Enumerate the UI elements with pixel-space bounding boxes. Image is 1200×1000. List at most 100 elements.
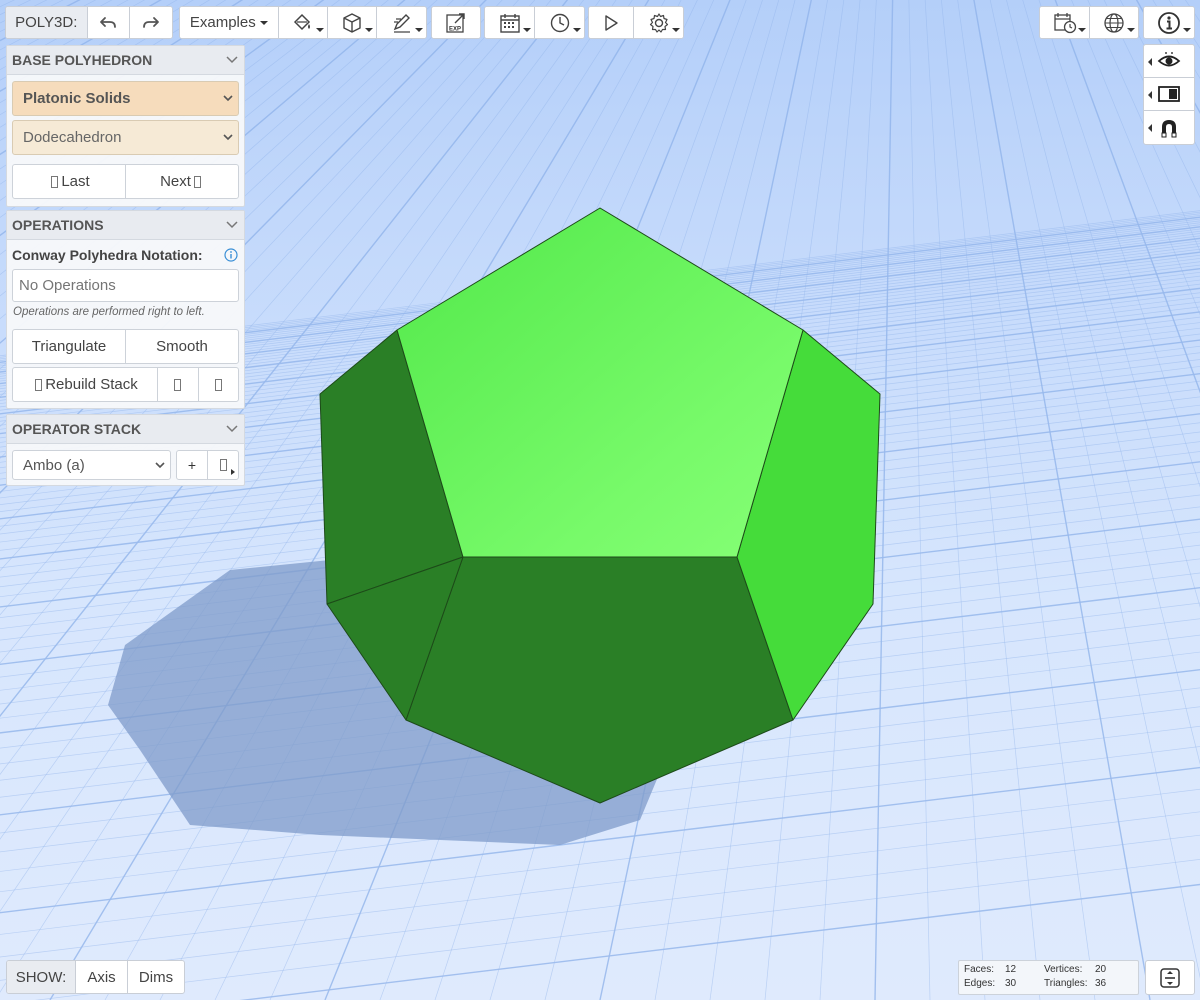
operator-stack-title: OPERATOR STACK xyxy=(12,421,142,437)
base-polyhedron-title: BASE POLYHEDRON xyxy=(12,52,153,68)
playback-group xyxy=(588,6,684,39)
axis-toggle[interactable]: Axis xyxy=(76,961,128,993)
svg-text:EXP: EXP xyxy=(449,26,461,32)
faces-label: Faces: xyxy=(964,964,995,975)
polyhedron-solid-select[interactable]: Dodecahedron xyxy=(12,120,239,155)
visibility-toggle[interactable] xyxy=(1144,45,1194,78)
paste-button[interactable] xyxy=(199,368,239,401)
scene-group xyxy=(1039,6,1139,39)
triangulate-smooth-row: Triangulate Smooth xyxy=(12,329,239,364)
edges-value: 30 xyxy=(1005,978,1017,989)
examples-label: Examples xyxy=(189,14,256,31)
snap-toggle[interactable] xyxy=(1144,111,1194,144)
operations-title: OPERATIONS xyxy=(12,217,104,233)
settings-button[interactable] xyxy=(634,7,683,38)
edges-label: Edges: xyxy=(964,978,996,989)
calendar-button[interactable] xyxy=(485,7,535,38)
face-top xyxy=(396,207,804,558)
export-button[interactable]: EXP xyxy=(432,7,480,38)
triangles-label: Triangles: xyxy=(1044,978,1088,989)
copy-icon xyxy=(174,378,182,391)
operator-stack-header[interactable]: OPERATOR STACK xyxy=(7,415,244,444)
chevron-down-icon xyxy=(226,56,238,64)
chevron-down-icon xyxy=(223,134,233,141)
smooth-button[interactable]: Smooth xyxy=(126,330,238,363)
operator-select-value: Ambo (a) xyxy=(23,456,85,474)
dodecahedron[interactable] xyxy=(319,207,881,804)
next-button[interactable]: Next xyxy=(126,165,238,198)
operations-hint: Operations are performed right to left. xyxy=(13,306,205,318)
dims-toggle[interactable]: Dims xyxy=(128,961,184,993)
edit-pen-icon xyxy=(393,13,410,33)
last-button[interactable]: Last xyxy=(13,165,126,198)
globe-icon xyxy=(1104,12,1124,33)
paste-icon xyxy=(214,378,222,391)
play-button[interactable] xyxy=(589,7,634,38)
info-circle-icon[interactable] xyxy=(224,247,238,262)
operator-stack-panel: OPERATOR STACK Ambo (a) + xyxy=(6,414,245,486)
globe-button[interactable] xyxy=(1090,7,1138,38)
panel-toggle-icon xyxy=(1158,86,1180,102)
notation-label: Conway Polyhedra Notation: xyxy=(12,246,203,263)
paint-button[interactable] xyxy=(278,7,329,38)
gear-icon xyxy=(649,12,668,33)
faces-value: 12 xyxy=(1005,964,1017,975)
vertices-value: 20 xyxy=(1095,964,1107,975)
tools-group: Examples xyxy=(179,6,427,39)
solid-button[interactable] xyxy=(328,7,378,38)
undo-button[interactable] xyxy=(87,7,131,38)
app-label: POLY3D: xyxy=(6,7,88,38)
notation-input[interactable] xyxy=(12,269,239,302)
base-polyhedron-header[interactable]: BASE POLYHEDRON xyxy=(7,46,244,75)
copy-button[interactable] xyxy=(158,368,199,401)
operator-actions: + xyxy=(176,450,239,480)
operator-menu-button[interactable] xyxy=(208,451,238,479)
fit-view-icon xyxy=(1160,967,1180,988)
prev-next-row: Last Next xyxy=(12,164,239,199)
add-operator-button[interactable]: + xyxy=(177,451,208,479)
info-button[interactable] xyxy=(1144,7,1194,38)
chevron-down-icon xyxy=(226,221,238,229)
clock-button[interactable] xyxy=(535,7,584,38)
stack-icon xyxy=(219,459,227,471)
redo-icon xyxy=(143,16,160,28)
arrow-left-icon xyxy=(51,175,59,188)
polyhedron-family-select[interactable]: Platonic Solids xyxy=(12,81,239,116)
operations-panel: OPERATIONS Conway Polyhedra Notation: Op… xyxy=(6,210,245,409)
panel-toggle[interactable] xyxy=(1144,78,1194,111)
operator-select[interactable]: Ambo (a) xyxy=(12,450,171,480)
notation-row: Conway Polyhedra Notation: xyxy=(7,241,244,268)
calendar-icon xyxy=(499,13,520,33)
info-icon xyxy=(1158,11,1180,34)
play-icon xyxy=(605,14,618,31)
chevron-down-icon xyxy=(223,95,233,102)
rebuild-stack-button[interactable]: Rebuild Stack xyxy=(13,368,158,401)
info-group xyxy=(1143,6,1195,39)
schedule-button[interactable] xyxy=(1040,7,1090,38)
edit-button[interactable] xyxy=(377,7,426,38)
triangles-value: 36 xyxy=(1095,978,1107,989)
chevron-down-icon xyxy=(226,425,238,433)
base-polyhedron-panel: BASE POLYHEDRON Platonic Solids Dodecahe… xyxy=(6,45,245,207)
arrow-right-icon xyxy=(193,175,201,188)
eye-icon xyxy=(1157,52,1181,67)
triangulate-button[interactable]: Triangulate xyxy=(13,330,126,363)
examples-dropdown[interactable]: Examples xyxy=(180,7,279,38)
fit-view-button[interactable] xyxy=(1145,960,1195,995)
family-select-value: Platonic Solids xyxy=(23,90,131,107)
chevron-down-icon xyxy=(155,462,165,469)
cube-icon xyxy=(343,12,361,33)
time-group xyxy=(484,6,585,39)
next-label: Next xyxy=(160,173,191,190)
export-icon: EXP xyxy=(446,12,465,33)
show-bar: SHOW: Axis Dims xyxy=(6,960,185,994)
stats-panel: Faces: 12 Vertices: 20 Edges: 30 Triangl… xyxy=(958,960,1139,995)
refresh-icon xyxy=(35,378,43,391)
redo-button[interactable] xyxy=(130,7,172,38)
calendar-clock-icon xyxy=(1053,12,1076,33)
vertices-label: Vertices: xyxy=(1044,964,1083,975)
export-group: EXP xyxy=(431,6,481,39)
operations-header[interactable]: OPERATIONS xyxy=(7,211,244,240)
solid-select-value: Dodecahedron xyxy=(23,129,122,146)
magnet-icon xyxy=(1161,119,1177,137)
